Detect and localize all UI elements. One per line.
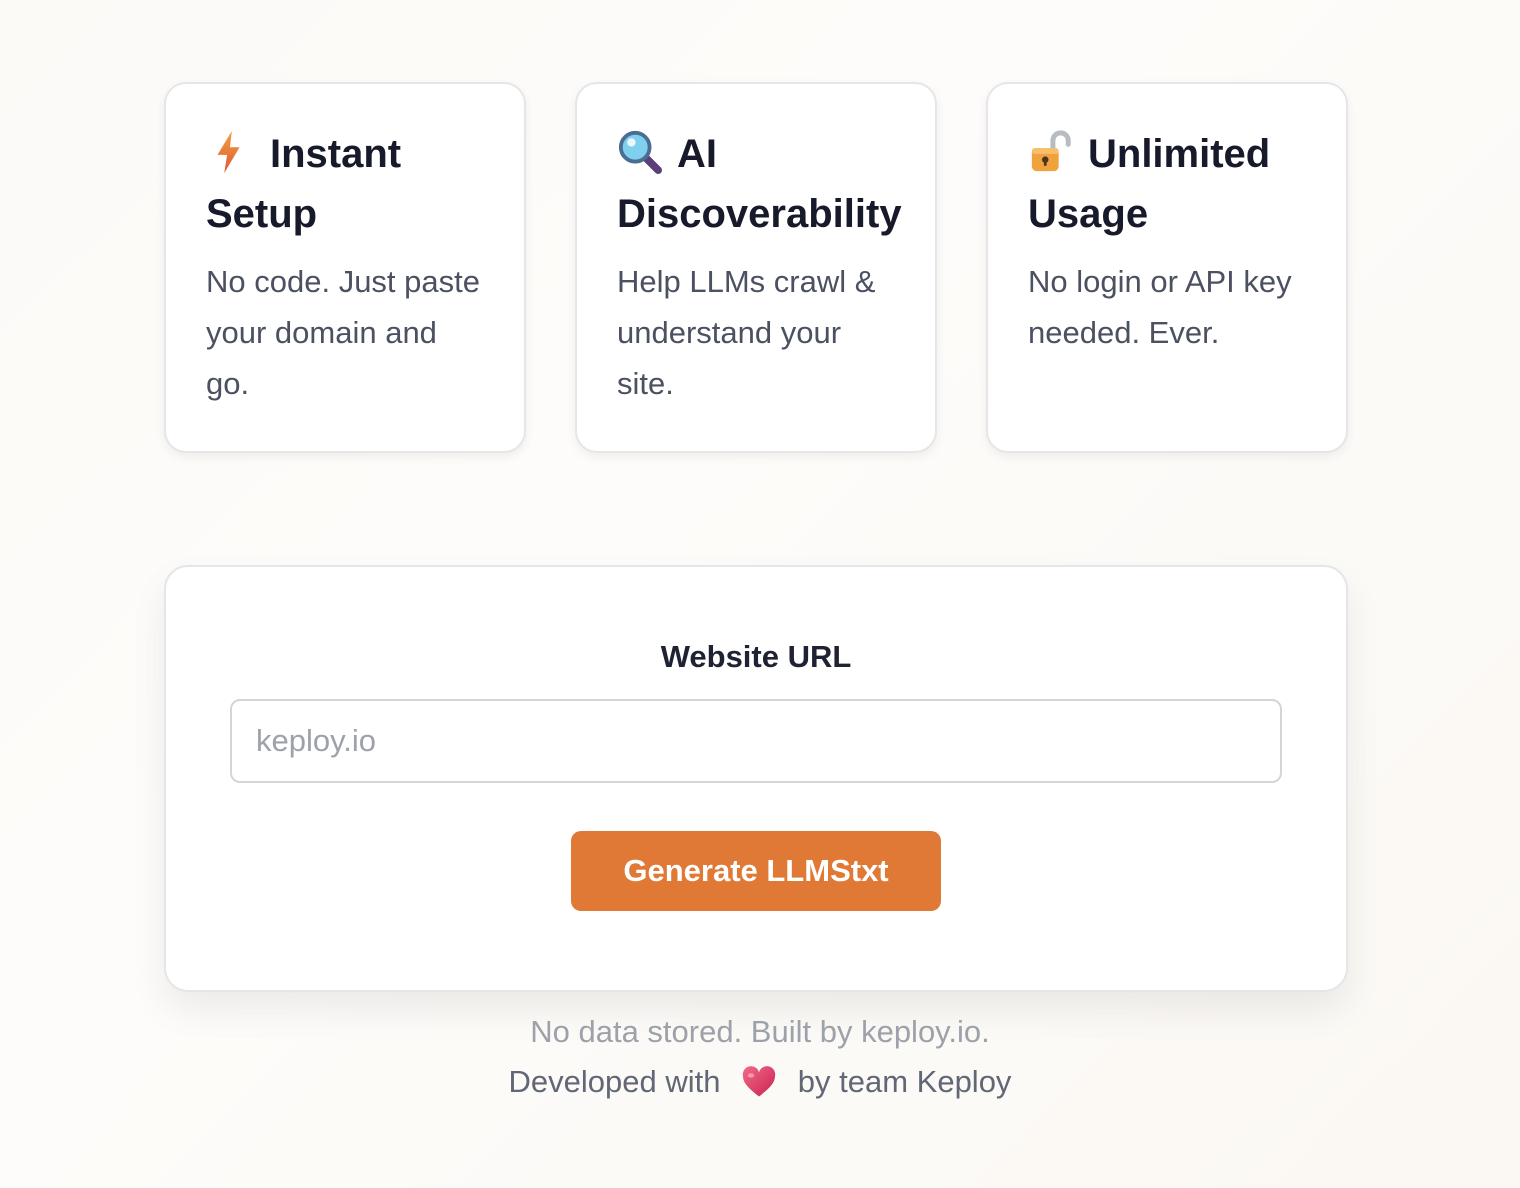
magnifying-glass-icon: [618, 130, 663, 175]
feature-card-ai-discoverability: AI Discoverability Help LLMs crawl & und…: [575, 82, 937, 453]
feature-description: Help LLMs crawl & understand your site.: [617, 264, 876, 401]
developed-suffix: by team Keploy: [797, 1064, 1012, 1099]
feature-title: Instant Setup: [206, 124, 484, 244]
feature-title: AI Discoverability: [617, 124, 902, 244]
feature-card-instant-setup: Instant Setup No code. Just paste your d…: [164, 82, 526, 453]
website-url-input[interactable]: [230, 699, 1282, 783]
feature-description: No login or API key needed. Ever.: [1028, 264, 1292, 350]
footer-note: No data stored. Built by keploy.io.: [530, 1014, 990, 1049]
footer-credits: Developed with by team Keploy: [0, 1064, 1520, 1100]
features-row: Instant Setup No code. Just paste your d…: [164, 82, 1348, 453]
lightning-icon: [217, 130, 240, 174]
heart-icon: [742, 1066, 776, 1097]
unlocked-padlock-icon: [1031, 130, 1071, 172]
developed-prefix: Developed with: [508, 1064, 721, 1099]
url-form-card: Website URL Generate LLMStxt: [164, 565, 1348, 992]
website-url-label: Website URL: [660, 639, 852, 674]
generate-llmstxt-button[interactable]: Generate LLMStxt: [571, 831, 941, 911]
feature-description: No code. Just paste your domain and go.: [206, 264, 480, 401]
feature-card-unlimited-usage: Unlimited Usage No login or API key need…: [986, 82, 1348, 453]
feature-title: Unlimited Usage: [1028, 124, 1306, 244]
